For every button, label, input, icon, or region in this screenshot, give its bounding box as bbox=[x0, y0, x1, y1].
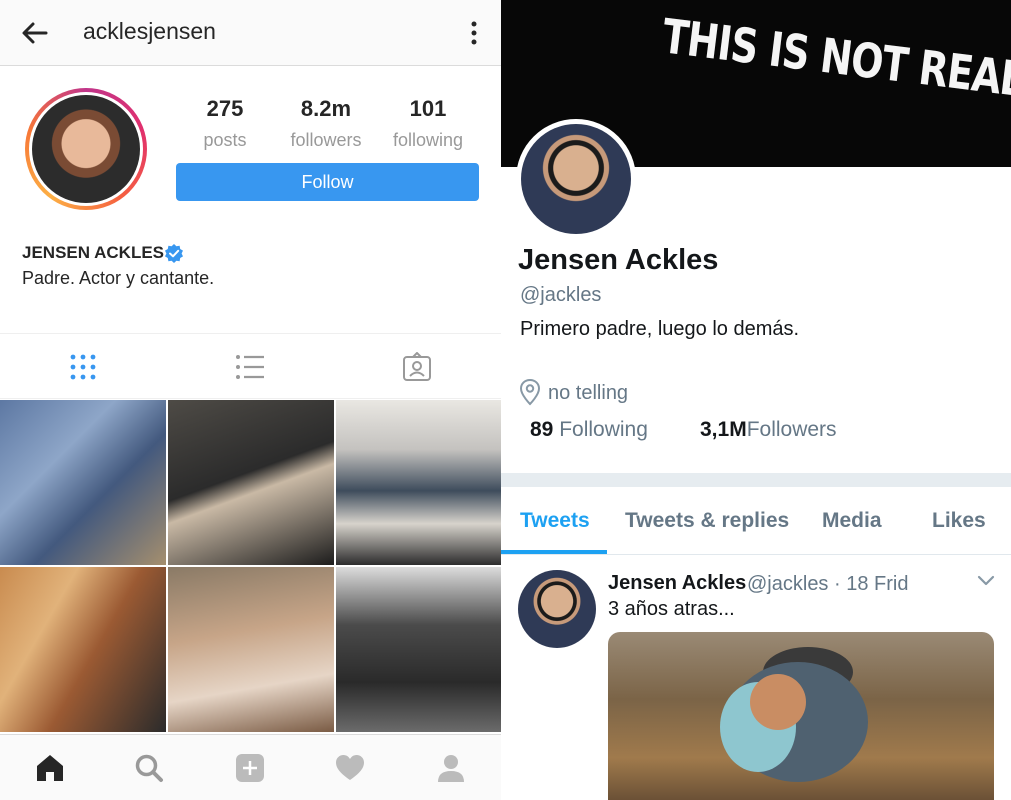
following-label: following bbox=[392, 130, 464, 150]
followers-label: followers bbox=[290, 130, 362, 150]
post-thumbnail[interactable] bbox=[0, 567, 166, 732]
tab-tweets-and-replies[interactable]: Tweets & replies bbox=[625, 509, 789, 533]
profile-bio: Primero padre, luego lo demás. bbox=[520, 318, 800, 340]
tab-likes[interactable]: Likes bbox=[932, 509, 986, 533]
section-divider bbox=[501, 473, 1011, 487]
followers-count-link[interactable]: 3,1MFollowers bbox=[700, 418, 837, 442]
bottom-navigation bbox=[0, 734, 501, 800]
profile-avatar bbox=[32, 95, 140, 203]
followers-label: Followers bbox=[746, 418, 837, 441]
tab-tweets[interactable]: Tweets bbox=[520, 509, 590, 533]
heart-icon[interactable] bbox=[335, 753, 365, 783]
post-thumbnail[interactable] bbox=[168, 400, 334, 565]
verified-badge-icon bbox=[165, 244, 183, 263]
add-post-icon[interactable] bbox=[235, 753, 265, 783]
chevron-down-icon[interactable] bbox=[977, 574, 995, 588]
location-pin-icon bbox=[519, 378, 541, 406]
following-count: 101 bbox=[409, 96, 447, 121]
search-icon[interactable] bbox=[134, 753, 164, 783]
tagged-icon[interactable] bbox=[402, 352, 432, 382]
active-tab-indicator bbox=[501, 550, 607, 554]
profile-display-name: Jensen Ackles bbox=[518, 244, 719, 276]
posts-label: posts bbox=[203, 130, 247, 150]
posts-grid bbox=[0, 400, 501, 734]
following-stat[interactable]: 101 following bbox=[378, 96, 478, 151]
more-options-icon[interactable] bbox=[466, 20, 482, 46]
profile-avatar-frame[interactable] bbox=[516, 119, 636, 239]
posts-count: 275 bbox=[206, 96, 244, 121]
banner-text: THIS IS NOT REAL LIFE bbox=[659, 8, 1011, 120]
profile-bio: Padre. Actor y cantante. bbox=[22, 268, 215, 288]
profile-icon[interactable] bbox=[436, 753, 466, 783]
grid-icon[interactable] bbox=[68, 352, 98, 382]
following-label: Following bbox=[559, 418, 648, 441]
following-number: 89 bbox=[530, 418, 554, 441]
follow-button[interactable]: Follow bbox=[176, 163, 479, 201]
instagram-header: acklesjensen bbox=[0, 0, 501, 66]
tweet-author-avatar[interactable] bbox=[518, 570, 596, 648]
tweet-author-name[interactable]: Jensen Ackles bbox=[608, 572, 746, 595]
tab-media[interactable]: Media bbox=[822, 509, 882, 533]
posts-stat[interactable]: 275 posts bbox=[175, 96, 275, 151]
home-icon[interactable] bbox=[35, 753, 65, 783]
post-thumbnail[interactable] bbox=[336, 400, 501, 565]
story-ring[interactable] bbox=[25, 88, 147, 210]
twitter-profile-panel: THIS IS NOT REAL LIFE Jensen Ackles @jac… bbox=[501, 0, 1011, 800]
followers-count: 8.2m bbox=[300, 96, 352, 121]
tweet-meta: @jackles · 18 Frid bbox=[747, 573, 909, 595]
profile-location: no telling bbox=[548, 382, 629, 404]
tweet-media-image[interactable] bbox=[608, 632, 994, 800]
profile-full-name: JENSEN ACKLES bbox=[22, 243, 165, 262]
followers-stat[interactable]: 8.2m followers bbox=[276, 96, 376, 151]
back-arrow-icon[interactable] bbox=[20, 18, 50, 48]
following-count-link[interactable]: 89 Following bbox=[530, 418, 648, 442]
list-icon[interactable] bbox=[235, 352, 265, 382]
post-thumbnail[interactable] bbox=[336, 567, 501, 732]
profile-username: acklesjensen bbox=[83, 18, 216, 44]
profile-view-tabs bbox=[0, 333, 501, 399]
profile-tabs: Tweets Tweets & replies Media Likes bbox=[501, 487, 1011, 555]
post-thumbnail[interactable] bbox=[0, 400, 166, 565]
followers-number: 3,1M bbox=[700, 418, 747, 441]
profile-avatar bbox=[521, 124, 631, 234]
post-thumbnail[interactable] bbox=[168, 567, 334, 732]
tweet-photo bbox=[720, 647, 868, 782]
tweet-text: 3 años atras... bbox=[608, 598, 735, 620]
profile-handle: @jackles bbox=[520, 284, 602, 306]
instagram-profile-panel: acklesjensen 275 posts 8.2m followers 10… bbox=[0, 0, 501, 800]
